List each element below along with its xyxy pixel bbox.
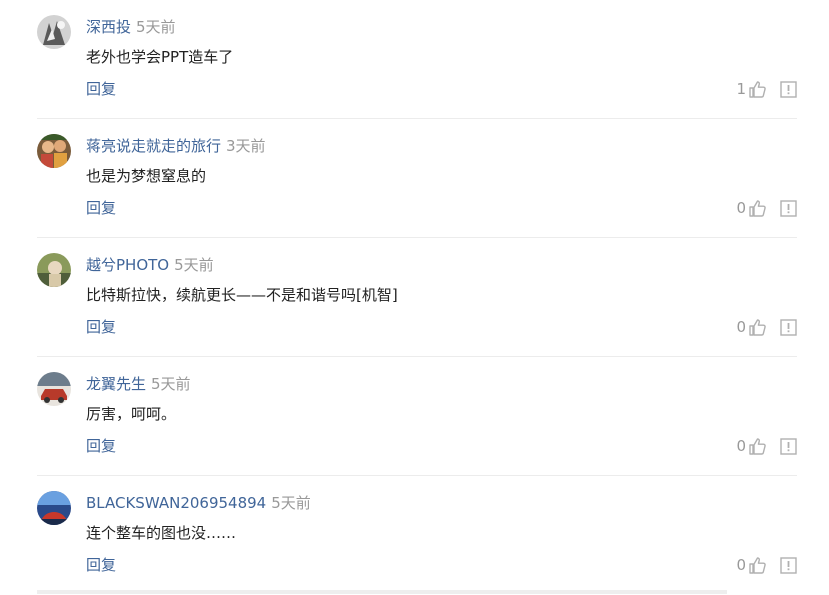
avatar[interactable] xyxy=(37,491,71,525)
comment-actions: 0 xyxy=(736,316,797,338)
comment-time: 5天前 xyxy=(271,494,311,512)
avatar[interactable] xyxy=(37,15,71,49)
comment-time: 5天前 xyxy=(174,256,214,274)
comment-item: 深西投 5天前 老外也学会PPT造车了 回复 1 xyxy=(37,0,797,119)
comment-text: 比特斯拉快，续航更长——不是和谐号吗[机智] xyxy=(86,286,398,304)
comment-text: 也是为梦想窒息的 xyxy=(86,167,207,185)
like-count: 0 xyxy=(736,199,746,217)
reply-button[interactable]: 回复 xyxy=(86,554,116,576)
thumbs-up-icon[interactable] xyxy=(748,80,767,99)
comment-item: 越兮PHOTO 5天前 比特斯拉快，续航更长——不是和谐号吗[机智] 回复 0 xyxy=(37,238,797,357)
comment-item: 蒋亮说走就走的旅行 3天前 也是为梦想窒息的 回复 0 xyxy=(37,119,797,238)
comment-item: BLACKSWAN206954894 5天前 连个整车的图也没…… 回复 0 xyxy=(37,476,797,595)
comment-text: 连个整车的图也没…… xyxy=(86,524,237,542)
comment-item: 龙翼先生 5天前 厉害，呵呵。 回复 0 xyxy=(37,357,797,476)
comment-actions: 0 xyxy=(736,554,797,576)
comment-meta: BLACKSWAN206954894 5天前 xyxy=(86,492,311,514)
like-count: 0 xyxy=(736,556,746,574)
comment-username[interactable]: 越兮PHOTO xyxy=(86,256,169,274)
reply-button[interactable]: 回复 xyxy=(86,435,116,457)
comment-meta: 深西投 5天前 xyxy=(86,16,176,38)
comment-meta: 龙翼先生 5天前 xyxy=(86,373,191,395)
like-count: 0 xyxy=(736,318,746,336)
avatar[interactable] xyxy=(37,134,71,168)
comment-actions: 1 xyxy=(736,78,797,100)
comment-meta: 越兮PHOTO 5天前 xyxy=(86,254,214,276)
reply-button[interactable]: 回复 xyxy=(86,316,116,338)
like-count: 1 xyxy=(736,80,746,98)
comment-time: 5天前 xyxy=(151,375,191,393)
comment-text: 老外也学会PPT造车了 xyxy=(86,48,234,66)
comment-actions: 0 xyxy=(736,197,797,219)
scrollbar[interactable] xyxy=(37,590,727,594)
comment-time: 5天前 xyxy=(136,18,176,36)
reply-button[interactable]: 回复 xyxy=(86,78,116,100)
report-icon[interactable] xyxy=(780,556,797,574)
comment-username[interactable]: 深西投 xyxy=(86,18,131,36)
avatar[interactable] xyxy=(37,253,71,287)
comment-username[interactable]: 龙翼先生 xyxy=(86,375,146,393)
reply-button[interactable]: 回复 xyxy=(86,197,116,219)
comment-text: 厉害，呵呵。 xyxy=(86,405,177,423)
comment-meta: 蒋亮说走就走的旅行 3天前 xyxy=(86,135,266,157)
thumbs-up-icon[interactable] xyxy=(748,199,767,218)
comment-username[interactable]: 蒋亮说走就走的旅行 xyxy=(86,137,221,155)
like-count: 0 xyxy=(736,437,746,455)
report-icon[interactable] xyxy=(780,437,797,455)
comment-time: 3天前 xyxy=(226,137,266,155)
comment-actions: 0 xyxy=(736,435,797,457)
avatar[interactable] xyxy=(37,372,71,406)
report-icon[interactable] xyxy=(780,199,797,217)
thumbs-up-icon[interactable] xyxy=(748,437,767,456)
thumbs-up-icon[interactable] xyxy=(748,318,767,337)
comment-list: 深西投 5天前 老外也学会PPT造车了 回复 1 蒋亮说走就走的旅行 3天前 也… xyxy=(37,0,797,595)
report-icon[interactable] xyxy=(780,80,797,98)
report-icon[interactable] xyxy=(780,318,797,336)
thumbs-up-icon[interactable] xyxy=(748,556,767,575)
comment-username[interactable]: BLACKSWAN206954894 xyxy=(86,494,266,512)
